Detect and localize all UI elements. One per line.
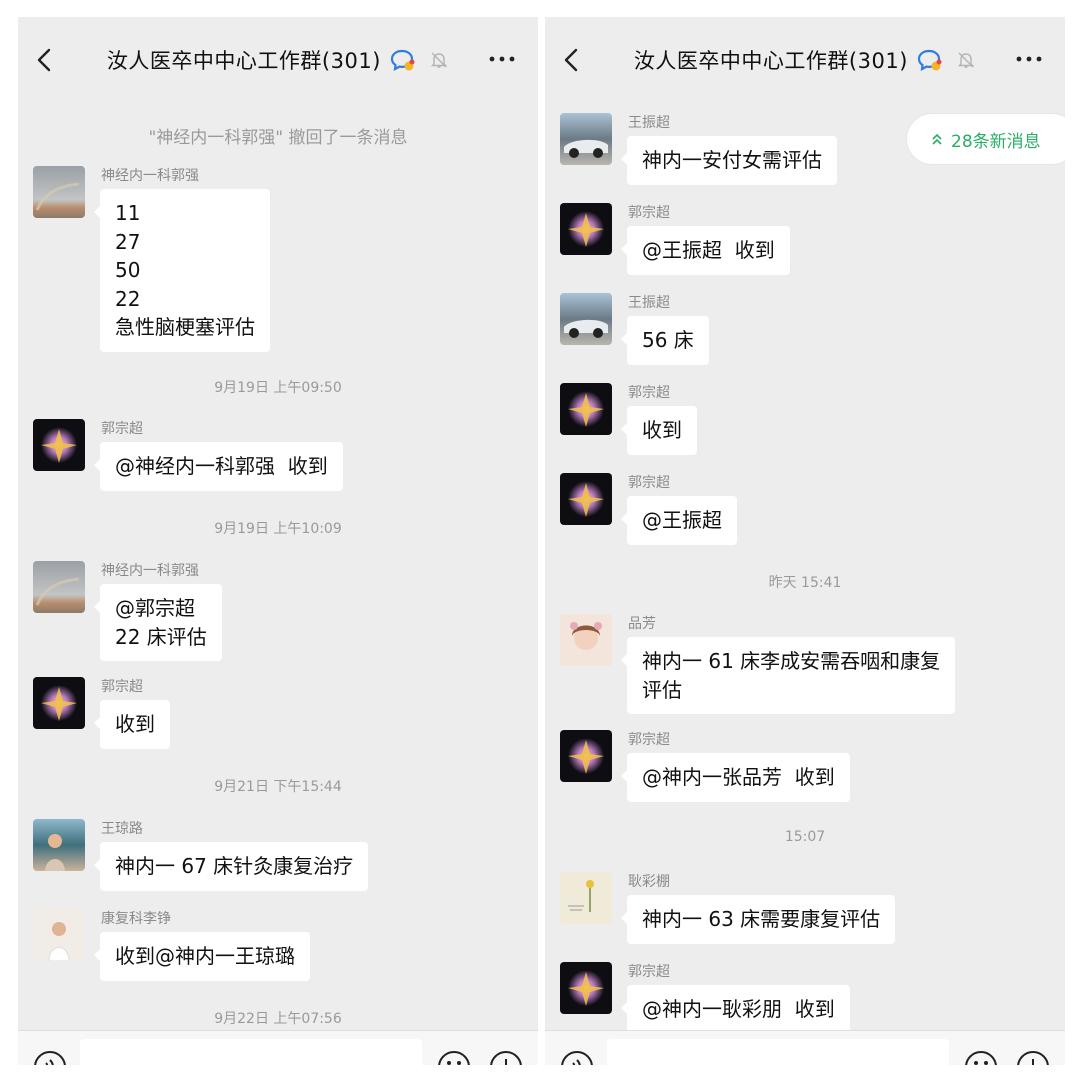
chat-title: 汝人医卒中中心工作群(301) bbox=[106, 49, 381, 73]
message-bubble[interactable]: @神经内一科郭强 收到 bbox=[94, 442, 343, 491]
message-bubble[interactable]: @神内一耿彩朋 收到 bbox=[621, 985, 850, 1034]
plus-icon[interactable] bbox=[1015, 1049, 1051, 1065]
input-bar bbox=[545, 1030, 1065, 1065]
car-photo-avatar[interactable] bbox=[560, 113, 612, 165]
message-bubble[interactable]: 11 27 50 22 急性脑梗塞评估 bbox=[94, 189, 270, 352]
timestamp: 9月22日 上午07:56 bbox=[214, 1011, 342, 1027]
dark-flower-avatar[interactable] bbox=[560, 203, 612, 255]
sender-name: 郭宗超 bbox=[628, 475, 670, 491]
dark-flower-avatar[interactable] bbox=[33, 677, 85, 729]
message-bubble[interactable]: 56 床 bbox=[621, 316, 709, 365]
sender-name: 康复科李铮 bbox=[101, 911, 171, 927]
timestamp: 9月19日 上午10:09 bbox=[214, 521, 342, 537]
emoji-icon[interactable] bbox=[963, 1049, 999, 1065]
sender-name: 郭宗超 bbox=[628, 385, 670, 401]
sender-name: 品芳 bbox=[628, 616, 656, 632]
message-bubble[interactable]: @郭宗超 22 床评估 bbox=[94, 584, 222, 661]
message-bubble[interactable]: @王振超 bbox=[621, 496, 737, 545]
timestamp: 昨天 15:41 bbox=[768, 575, 842, 591]
message-bubble[interactable]: 神内一 67 床针灸康复治疗 bbox=[93, 842, 369, 891]
new-messages-label: 28条新消息 bbox=[951, 132, 1041, 152]
rainbow-landscape-avatar[interactable] bbox=[33, 561, 85, 613]
mute-icon bbox=[957, 52, 975, 68]
more-icon[interactable] bbox=[488, 53, 516, 65]
chat-panel-right: 汝人医卒中中心工作群(301) 王振超 神内一安付女需评估 郭宗超 @王振超 收… bbox=[545, 17, 1065, 1065]
sender-name: 王振超 bbox=[628, 115, 670, 131]
dark-flower-avatar[interactable] bbox=[560, 383, 612, 435]
group-icon bbox=[917, 49, 942, 71]
message-bubble[interactable]: 收到@神内一王琼璐 bbox=[94, 932, 310, 981]
sender-name: 神经内一科郭强 bbox=[101, 168, 199, 184]
chat-header: 汝人医卒中中心工作群(301) bbox=[18, 17, 538, 103]
child-photo-avatar[interactable] bbox=[33, 909, 85, 961]
emoji-icon[interactable] bbox=[436, 1049, 472, 1065]
dark-flower-avatar[interactable] bbox=[560, 473, 612, 525]
chat-panel-left: 汝人医卒中中心工作群(301) "神经内一科郭强" 撤回了一条消息 神经内一科郭… bbox=[18, 17, 538, 1065]
message-input[interactable] bbox=[607, 1039, 949, 1065]
voice-icon[interactable] bbox=[32, 1049, 68, 1065]
flower-card-avatar[interactable] bbox=[560, 872, 612, 924]
chat-header: 汝人医卒中中心工作群(301) bbox=[545, 17, 1065, 103]
recall-notice: "神经内一科郭强" 撤回了一条消息 bbox=[148, 128, 408, 148]
sender-name: 王琼路 bbox=[101, 821, 143, 837]
message-bubble[interactable]: 神内一 61 床李成安需吞咽和康复 评估 bbox=[620, 637, 956, 714]
timestamp: 15:07 bbox=[784, 829, 826, 845]
message-input[interactable] bbox=[80, 1039, 422, 1065]
chat-title: 汝人医卒中中心工作群(301) bbox=[633, 49, 908, 73]
sender-name: 郭宗超 bbox=[101, 421, 143, 437]
double-chevron-up-icon bbox=[932, 133, 942, 145]
dark-flower-avatar[interactable] bbox=[560, 962, 612, 1014]
timestamp: 9月19日 上午09:50 bbox=[214, 380, 342, 396]
rainbow-landscape-avatar[interactable] bbox=[33, 166, 85, 218]
girl-portrait-avatar[interactable] bbox=[560, 614, 612, 666]
sender-name: 郭宗超 bbox=[101, 679, 143, 695]
mute-icon bbox=[430, 52, 448, 68]
sender-name: 王振超 bbox=[628, 295, 670, 311]
message-bubble[interactable]: 收到 bbox=[621, 406, 697, 455]
message-bubble[interactable]: @王振超 收到 bbox=[621, 226, 790, 275]
voice-icon[interactable] bbox=[559, 1049, 595, 1065]
input-bar bbox=[18, 1030, 538, 1065]
plus-icon[interactable] bbox=[488, 1049, 524, 1065]
group-icon bbox=[390, 49, 415, 71]
message-bubble[interactable]: @神内一张品芳 收到 bbox=[621, 753, 850, 802]
timestamp: 9月21日 下午15:44 bbox=[214, 779, 342, 795]
sender-name: 郭宗超 bbox=[628, 964, 670, 980]
sender-name: 郭宗超 bbox=[628, 205, 670, 221]
dark-flower-avatar[interactable] bbox=[33, 419, 85, 471]
new-messages-pill[interactable]: 28条新消息 bbox=[907, 114, 1065, 164]
sender-name: 郭宗超 bbox=[628, 732, 670, 748]
message-bubble[interactable]: 神内一安付女需评估 bbox=[621, 136, 837, 185]
sender-name: 神经内一科郭强 bbox=[101, 563, 199, 579]
sender-name: 耿彩棚 bbox=[628, 874, 670, 890]
car-photo-avatar[interactable] bbox=[560, 293, 612, 345]
more-icon[interactable] bbox=[1015, 53, 1043, 65]
beach-portrait-avatar[interactable] bbox=[33, 819, 85, 871]
message-bubble[interactable]: 神内一 63 床需要康复评估 bbox=[620, 895, 896, 944]
dark-flower-avatar[interactable] bbox=[560, 730, 612, 782]
message-bubble[interactable]: 收到 bbox=[94, 700, 170, 749]
